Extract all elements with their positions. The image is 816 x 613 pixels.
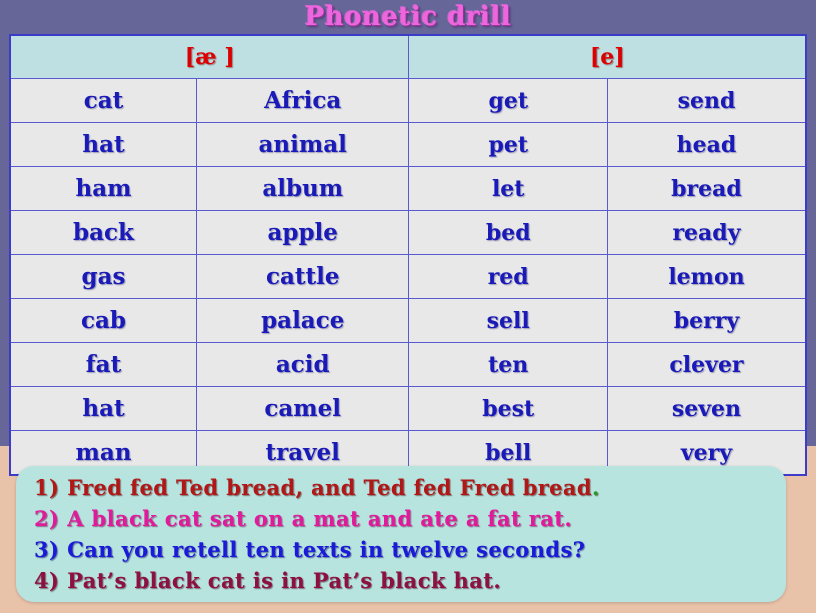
- table-cell: hat: [9, 386, 197, 431]
- tongue-twister-text: Can you retell ten texts in twelve secon…: [67, 537, 586, 562]
- table-cell: ready: [606, 210, 807, 255]
- tongue-twister-line: 1) Fred fed Ted bread, and Ted fed Fred …: [16, 472, 786, 503]
- tongue-twister-number: 4): [34, 568, 60, 593]
- table-cell: gas: [9, 254, 197, 299]
- tongue-twister-line: 2) A black cat sat on a mat and ate a fa…: [16, 503, 786, 534]
- table-row: hat camel best seven: [9, 386, 807, 431]
- tongue-twister-number: 3): [34, 537, 60, 562]
- header-e: [e]: [408, 34, 807, 79]
- table-cell: berry: [606, 298, 807, 343]
- table-cell: animal: [195, 122, 410, 167]
- table-header-row: [æ ] [e]: [9, 34, 807, 79]
- table-cell: album: [195, 166, 410, 211]
- table-cell: get: [408, 78, 608, 123]
- table-body: cat Africa get send hat animal pet head ham album…: [9, 78, 807, 476]
- table-cell: cab: [9, 298, 197, 343]
- tongue-twister-panel: 1) Fred fed Ted bread, and Ted fed Fred …: [16, 466, 786, 602]
- table-row: cat Africa get send: [9, 78, 807, 123]
- table-cell: camel: [195, 386, 410, 431]
- tongue-twister-number: 2): [34, 506, 60, 531]
- table-cell: let: [408, 166, 608, 211]
- table-row: cab palace sell berry: [9, 298, 807, 343]
- table-cell: palace: [195, 298, 410, 343]
- table-row: gas cattle red lemon: [9, 254, 807, 299]
- table-cell: acid: [195, 342, 410, 387]
- tongue-twister-line: 4) Pat’s black cat is in Pat’s black hat…: [16, 565, 786, 596]
- table-cell: pet: [408, 122, 608, 167]
- table-cell: Africa: [195, 78, 410, 123]
- slide: Phonetic drill [æ ] [e] cat Africa get send…: [0, 0, 816, 613]
- table-cell: hat: [9, 122, 197, 167]
- table-row: hat animal pet head: [9, 122, 807, 167]
- table-cell: bed: [408, 210, 608, 255]
- header-ae: [æ ]: [9, 34, 410, 79]
- page-title: Phonetic drill: [304, 2, 512, 32]
- table-row: back apple bed ready: [9, 210, 807, 255]
- table-row: fat acid ten clever: [9, 342, 807, 387]
- table-cell: best: [408, 386, 608, 431]
- tongue-twister-text: Pat’s black cat is in Pat’s black hat.: [67, 568, 502, 593]
- tongue-twister-end-mark: .: [592, 475, 600, 500]
- table-cell: ham: [9, 166, 197, 211]
- table-cell: red: [408, 254, 608, 299]
- table-cell: bread: [606, 166, 807, 211]
- table-row: ham album let bread: [9, 166, 807, 211]
- table-cell: send: [606, 78, 807, 123]
- table-cell: clever: [606, 342, 807, 387]
- table-cell: ten: [408, 342, 608, 387]
- table-cell: cat: [9, 78, 197, 123]
- table-cell: fat: [9, 342, 197, 387]
- table-cell: head: [606, 122, 807, 167]
- table-cell: lemon: [606, 254, 807, 299]
- table-cell: cattle: [195, 254, 410, 299]
- tongue-twister-line: 3) Can you retell ten texts in twelve se…: [16, 534, 786, 565]
- table-cell: sell: [408, 298, 608, 343]
- tongue-twister-text: A black cat sat on a mat and ate a fat r…: [67, 506, 573, 531]
- table-cell: back: [9, 210, 197, 255]
- phonetic-drill-table: [æ ] [e] cat Africa get send hat animal pet hea…: [9, 34, 807, 476]
- tongue-twister-number: 1): [34, 475, 60, 500]
- tongue-twister-text: Fred fed Ted bread, and Ted fed Fred bre…: [67, 475, 593, 500]
- table-cell: apple: [195, 210, 410, 255]
- table-cell: seven: [606, 386, 807, 431]
